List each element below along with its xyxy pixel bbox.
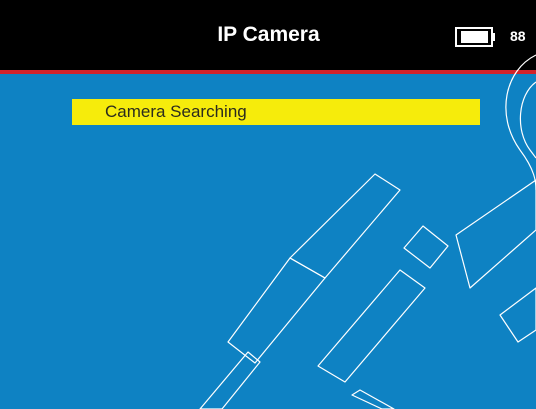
menu-item-label: Camera Searching bbox=[105, 102, 247, 121]
menu-item-camera-searching[interactable]: Camera Searching bbox=[72, 99, 480, 125]
battery-level: 88 bbox=[510, 28, 526, 44]
title-bar: IP Camera 88 bbox=[0, 0, 536, 70]
battery-icon bbox=[455, 27, 495, 47]
main-content: Camera Searching bbox=[0, 74, 536, 409]
device-screen: IP Camera 88 Camera Searching bbox=[0, 0, 536, 409]
